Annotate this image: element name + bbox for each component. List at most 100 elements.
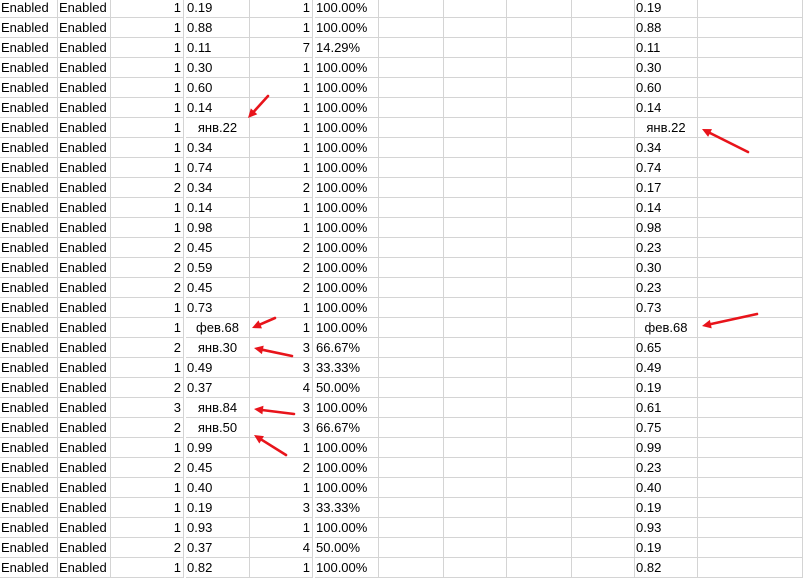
cell-col-g[interactable]: 100.00% [315, 278, 379, 298]
cell-col-l[interactable] [698, 78, 803, 98]
cell-col-d[interactable]: янв.22 [186, 118, 250, 138]
cell-col-i[interactable] [444, 298, 507, 318]
cell-col-g[interactable]: 14.29% [315, 38, 379, 58]
cell-col-h[interactable] [379, 238, 444, 258]
cell-col-f[interactable]: 1 [250, 118, 313, 138]
cell-col-i[interactable] [444, 0, 507, 18]
cell-col-g[interactable]: 50.00% [315, 378, 379, 398]
cell-col-i[interactable] [444, 478, 507, 498]
cell-col-f[interactable]: 2 [250, 458, 313, 478]
cell-col-g[interactable]: 100.00% [315, 98, 379, 118]
cell-col-l[interactable] [698, 318, 803, 338]
cell-col-c[interactable]: 1 [111, 478, 184, 498]
cell-col-h[interactable] [379, 398, 444, 418]
cell-col-i[interactable] [444, 98, 507, 118]
cell-col-h[interactable] [379, 438, 444, 458]
cell-col-g[interactable]: 100.00% [315, 18, 379, 38]
cell-col-d[interactable]: 0.40 [186, 478, 250, 498]
cell-col-k[interactable]: 0.88 [635, 18, 698, 38]
cell-col-f[interactable]: 1 [250, 298, 313, 318]
cell-col-a[interactable]: Enabled [0, 338, 58, 358]
cell-col-f[interactable]: 4 [250, 378, 313, 398]
cell-col-h[interactable] [379, 558, 444, 578]
cell-col-h[interactable] [379, 198, 444, 218]
cell-col-k[interactable]: 0.19 [635, 498, 698, 518]
cell-col-l[interactable] [698, 298, 803, 318]
cell-col-b[interactable]: Enabled [58, 318, 111, 338]
cell-col-c[interactable]: 1 [111, 18, 184, 38]
cell-col-b[interactable]: Enabled [58, 158, 111, 178]
cell-col-h[interactable] [379, 118, 444, 138]
cell-col-j[interactable] [507, 18, 572, 38]
cell-col-c[interactable]: 2 [111, 238, 184, 258]
cell-col-g[interactable]: 100.00% [315, 198, 379, 218]
cell-col-l[interactable] [698, 38, 803, 58]
cell-col-j2[interactable] [572, 518, 635, 538]
cell-col-h[interactable] [379, 178, 444, 198]
cell-col-j[interactable] [507, 138, 572, 158]
cell-col-i[interactable] [444, 138, 507, 158]
cell-col-f[interactable]: 1 [250, 438, 313, 458]
cell-col-h[interactable] [379, 18, 444, 38]
cell-col-a[interactable]: Enabled [0, 238, 58, 258]
cell-col-g[interactable]: 100.00% [315, 58, 379, 78]
cell-col-k[interactable]: 0.14 [635, 98, 698, 118]
cell-col-a[interactable]: Enabled [0, 38, 58, 58]
cell-col-g[interactable]: 100.00% [315, 118, 379, 138]
cell-col-a[interactable]: Enabled [0, 438, 58, 458]
cell-col-a[interactable]: Enabled [0, 558, 58, 578]
cell-col-b[interactable]: Enabled [58, 418, 111, 438]
cell-col-j2[interactable] [572, 298, 635, 318]
cell-col-h[interactable] [379, 418, 444, 438]
cell-col-c[interactable]: 2 [111, 538, 184, 558]
cell-col-d[interactable]: 0.14 [186, 98, 250, 118]
cell-col-b[interactable]: Enabled [58, 458, 111, 478]
cell-col-h[interactable] [379, 258, 444, 278]
cell-col-j[interactable] [507, 478, 572, 498]
cell-col-g[interactable]: 33.33% [315, 498, 379, 518]
cell-col-a[interactable]: Enabled [0, 278, 58, 298]
cell-col-b[interactable]: Enabled [58, 298, 111, 318]
cell-col-l[interactable] [698, 0, 803, 18]
cell-col-d[interactable]: 0.59 [186, 258, 250, 278]
cell-col-l[interactable] [698, 478, 803, 498]
cell-col-b[interactable]: Enabled [58, 118, 111, 138]
cell-col-i[interactable] [444, 398, 507, 418]
cell-col-i[interactable] [444, 58, 507, 78]
cell-col-c[interactable]: 1 [111, 298, 184, 318]
cell-col-d[interactable]: 0.30 [186, 58, 250, 78]
cell-col-j[interactable] [507, 278, 572, 298]
cell-col-j[interactable] [507, 418, 572, 438]
cell-col-d[interactable]: янв.84 [186, 398, 250, 418]
cell-col-j2[interactable] [572, 418, 635, 438]
cell-col-j2[interactable] [572, 278, 635, 298]
cell-col-f[interactable]: 3 [250, 398, 313, 418]
cell-col-b[interactable]: Enabled [58, 398, 111, 418]
cell-col-f[interactable]: 1 [250, 558, 313, 578]
cell-col-j[interactable] [507, 398, 572, 418]
cell-col-f[interactable]: 1 [250, 318, 313, 338]
cell-col-h[interactable] [379, 518, 444, 538]
cell-col-l[interactable] [698, 138, 803, 158]
cell-col-f[interactable]: 2 [250, 178, 313, 198]
cell-col-j[interactable] [507, 458, 572, 478]
cell-col-b[interactable]: Enabled [58, 338, 111, 358]
cell-col-j2[interactable] [572, 378, 635, 398]
cell-col-g[interactable]: 100.00% [315, 558, 379, 578]
cell-col-j[interactable] [507, 378, 572, 398]
cell-col-k[interactable]: 0.49 [635, 358, 698, 378]
cell-col-l[interactable] [698, 498, 803, 518]
cell-col-d[interactable]: 0.19 [186, 498, 250, 518]
cell-col-c[interactable]: 1 [111, 518, 184, 538]
cell-col-g[interactable]: 100.00% [315, 398, 379, 418]
cell-col-h[interactable] [379, 538, 444, 558]
cell-col-k[interactable]: 0.30 [635, 58, 698, 78]
cell-col-h[interactable] [379, 38, 444, 58]
cell-col-g[interactable]: 100.00% [315, 478, 379, 498]
cell-col-a[interactable]: Enabled [0, 318, 58, 338]
cell-col-c[interactable]: 2 [111, 378, 184, 398]
cell-col-f[interactable]: 1 [250, 138, 313, 158]
cell-col-c[interactable]: 2 [111, 178, 184, 198]
cell-col-l[interactable] [698, 218, 803, 238]
cell-col-b[interactable]: Enabled [58, 258, 111, 278]
